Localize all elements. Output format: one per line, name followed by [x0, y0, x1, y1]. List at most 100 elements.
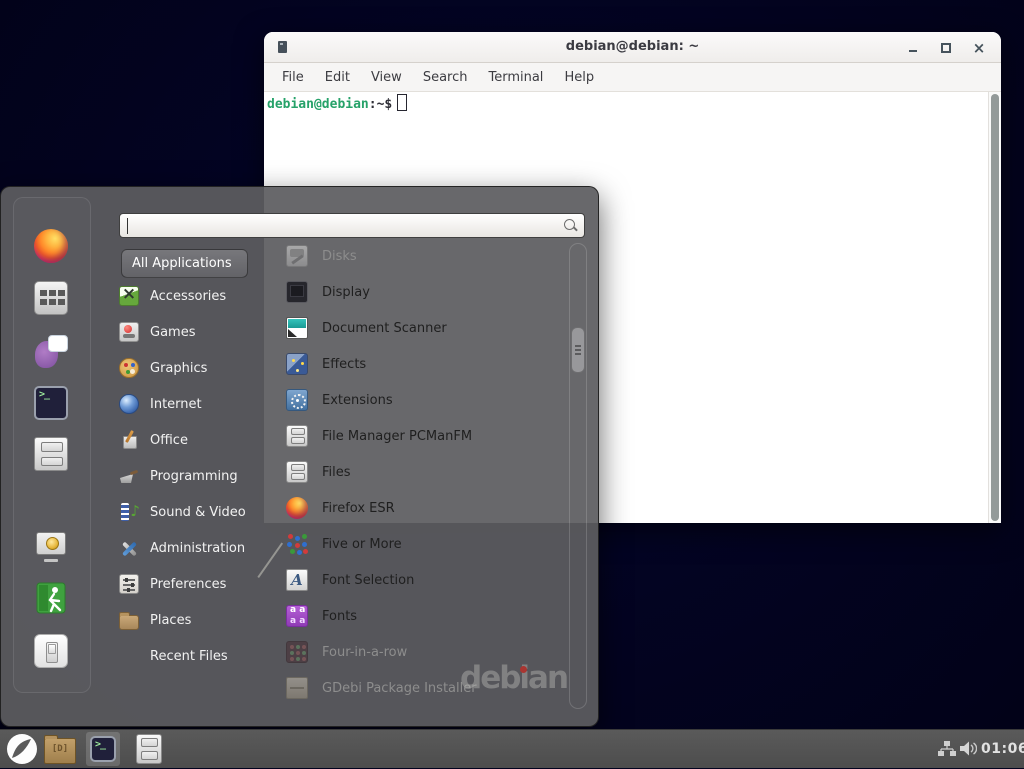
category-recent-files[interactable]: Recent Files — [119, 641, 310, 671]
files-icon — [286, 461, 308, 483]
app-list-scrollbar-thumb[interactable] — [571, 327, 585, 373]
file-cabinet-icon — [34, 437, 68, 471]
prompt-suffix: :~$ — [369, 97, 392, 112]
menu-item-edit[interactable]: Edit — [325, 70, 350, 85]
app-font-selection[interactable]: Font Selection — [286, 565, 570, 595]
favorite-software[interactable] — [34, 281, 68, 315]
favorite-shut-down[interactable] — [34, 634, 68, 668]
app-display[interactable]: Display — [286, 277, 570, 307]
administration-tools-icon — [119, 538, 139, 558]
menu-item-file[interactable]: File — [282, 70, 304, 85]
category-accessories[interactable]: Accessories — [119, 281, 279, 311]
font-selection-icon — [286, 569, 308, 591]
taskbar: 01:06 — [0, 729, 1024, 768]
search-icon — [564, 219, 575, 230]
display-icon — [286, 281, 308, 303]
effects-icon — [286, 353, 308, 375]
programming-icon — [119, 466, 139, 486]
category-all-applications[interactable]: All Applications — [121, 249, 248, 278]
app-extensions[interactable]: Extensions — [286, 385, 570, 415]
four-in-a-row-icon — [286, 641, 308, 663]
five-or-more-icon — [286, 533, 308, 555]
app-disks[interactable]: Disks — [286, 241, 570, 271]
clock[interactable]: 01:06 — [981, 741, 1024, 757]
minimize-icon[interactable] — [905, 40, 921, 56]
shut-down-icon — [34, 634, 68, 668]
terminal-icon — [90, 736, 116, 762]
search-input[interactable] — [126, 216, 550, 236]
terminal-scrollbar[interactable] — [988, 92, 1001, 523]
search-box[interactable] — [119, 213, 585, 238]
maximize-icon[interactable] — [938, 40, 954, 56]
terminal-titlebar[interactable]: debian@debian: ~ — [264, 32, 1001, 63]
category-internet[interactable]: Internet — [119, 389, 279, 419]
file-manager-icon — [286, 425, 308, 447]
app-file-manager-pcmanfm[interactable]: File Manager PCManFM — [286, 421, 570, 451]
app-effects[interactable]: Effects — [286, 349, 570, 379]
terminal-icon — [34, 386, 68, 420]
app-files[interactable]: Files — [286, 457, 570, 487]
lock-screen-icon — [34, 529, 68, 563]
app-four-in-a-row[interactable]: Four-in-a-row — [286, 637, 570, 667]
sound-video-icon — [119, 502, 139, 522]
preferences-icon — [119, 574, 139, 594]
app-fonts[interactable]: Fonts — [286, 601, 570, 631]
favorite-firefox[interactable] — [34, 229, 68, 263]
graphics-icon — [119, 358, 139, 378]
app-document-scanner[interactable]: Document Scanner — [286, 313, 570, 343]
category-programming[interactable]: Programming — [119, 461, 279, 491]
log-out-icon — [34, 581, 68, 615]
games-icon — [119, 322, 139, 342]
gdebi-icon — [286, 677, 308, 699]
terminal-menubar: File Edit View Search Terminal Help — [264, 63, 1001, 92]
favorite-pidgin[interactable] — [34, 334, 68, 368]
app-list-scrollbar[interactable] — [569, 243, 587, 709]
software-keyboard-icon — [34, 281, 68, 315]
accessories-icon — [119, 286, 139, 306]
office-icon — [119, 430, 139, 450]
text-caret — [127, 218, 128, 234]
terminal-scrollbar-thumb[interactable] — [991, 94, 999, 521]
files-launcher[interactable] — [136, 734, 162, 768]
internet-globe-icon — [119, 394, 139, 414]
network-tray-icon[interactable] — [938, 741, 956, 757]
favorite-log-out[interactable] — [34, 581, 68, 615]
menu-item-help[interactable]: Help — [564, 70, 594, 85]
places-folder-icon — [119, 615, 139, 630]
menu-item-search[interactable]: Search — [423, 70, 468, 85]
file-cabinet-icon — [136, 734, 162, 764]
firefox-icon — [34, 229, 68, 263]
desktop: debian@debian: ~ File Edit View Search T… — [0, 0, 1024, 768]
favorite-terminal[interactable] — [34, 386, 68, 420]
terminal-title: debian@debian: ~ — [264, 39, 1001, 54]
shell-prompt: debian@debian:~$ — [267, 94, 407, 112]
pidgin-icon — [34, 334, 68, 368]
favorite-file-manager[interactable] — [34, 437, 68, 471]
favorite-lock-screen[interactable] — [34, 529, 68, 563]
app-five-or-more[interactable]: Five or More — [286, 529, 570, 559]
category-games[interactable]: Games — [119, 317, 279, 347]
watermark-red-dot — [520, 666, 527, 673]
category-office[interactable]: Office — [119, 425, 279, 455]
application-menu: All Applications Accessories Games Graph… — [0, 186, 599, 727]
terminal-cursor — [397, 94, 407, 111]
fonts-icon — [286, 605, 308, 627]
close-icon[interactable] — [971, 40, 987, 56]
terminal-launcher-active[interactable] — [86, 732, 120, 766]
category-preferences[interactable]: Preferences — [119, 569, 279, 599]
file-manager-launcher[interactable] — [44, 738, 76, 764]
document-scanner-icon — [286, 317, 308, 339]
menu-item-terminal[interactable]: Terminal — [488, 70, 543, 85]
category-sound-video[interactable]: Sound & Video — [119, 497, 279, 527]
category-places[interactable]: Places — [119, 605, 279, 635]
extensions-gear-icon — [286, 389, 308, 411]
app-gdebi-package-installer[interactable]: GDebi Package Installer — [286, 673, 570, 703]
menu-button[interactable] — [6, 733, 38, 765]
volume-tray-icon[interactable] — [959, 740, 977, 757]
firefox-icon — [286, 497, 308, 519]
app-firefox-esr[interactable]: Firefox ESR — [286, 493, 570, 523]
menu-item-view[interactable]: View — [371, 70, 402, 85]
menu-logo-icon — [6, 733, 38, 765]
category-graphics[interactable]: Graphics — [119, 353, 279, 383]
category-administration[interactable]: Administration — [119, 533, 279, 563]
